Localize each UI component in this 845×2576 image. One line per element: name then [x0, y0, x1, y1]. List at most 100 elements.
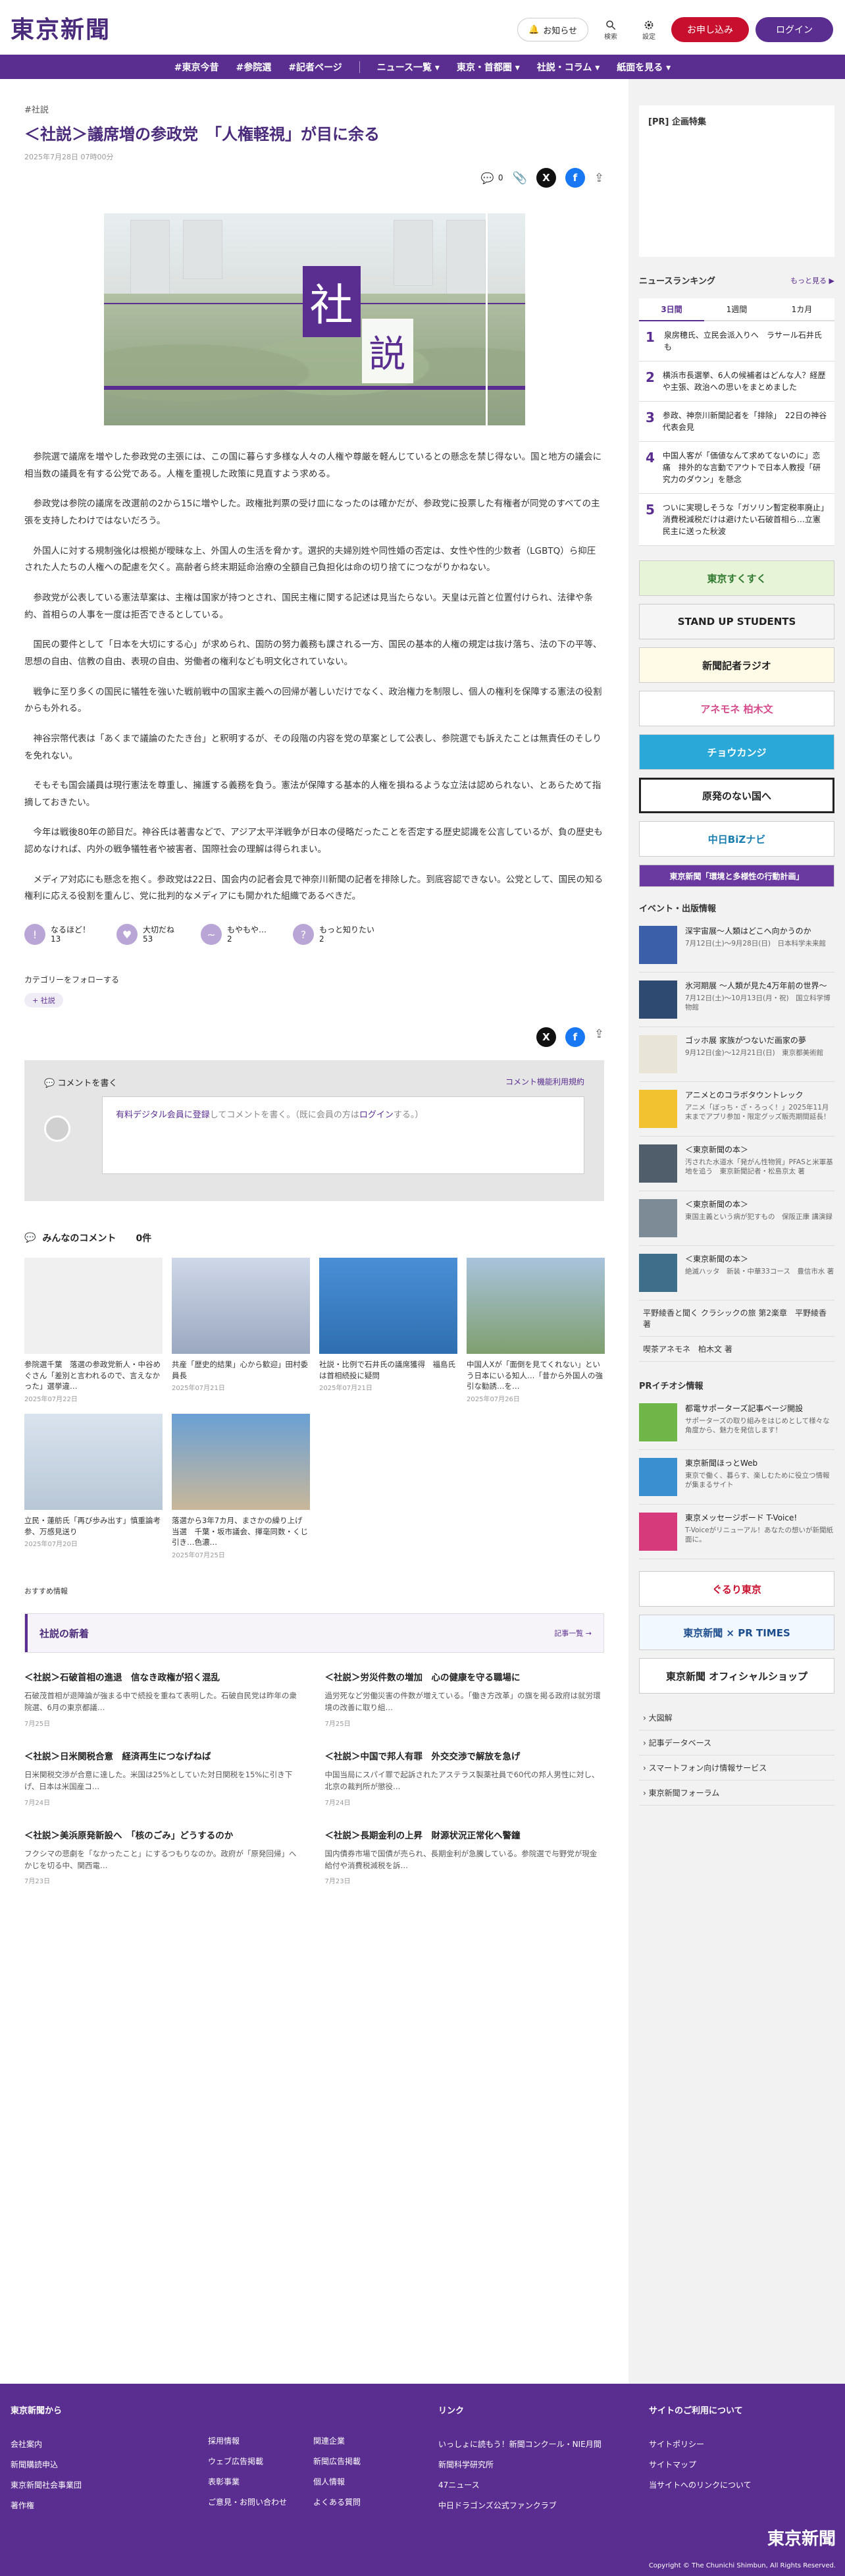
related-card[interactable]: 参院選千葉 落選の参政党新人・中谷めぐさん「差別と言われるので、言えなかった」選…: [24, 1258, 163, 1403]
footer-link[interactable]: いっしょに読もう！新聞コンクール・NIE月間: [438, 2438, 649, 2450]
footer-link[interactable]: 会社案内: [11, 2438, 82, 2450]
settings-button[interactable]: 設定: [633, 19, 665, 41]
footer-link[interactable]: 表彰事業: [208, 2476, 313, 2487]
share-icon[interactable]: ⇪: [594, 1027, 604, 1047]
banner-shop[interactable]: 東京新聞 オフィシャルショップ: [639, 1658, 834, 1694]
latest-item[interactable]: ＜社説＞日米関税合意 経済再生につなげねば 日米関税交渉が合意に達した。米国は25…: [24, 1749, 304, 1807]
banner-radio[interactable]: 新聞記者ラジオ: [639, 647, 834, 683]
banner-diversity[interactable]: 東京新聞「環境と多様性の行動計画」: [639, 865, 834, 887]
latest-item[interactable]: ＜社説＞長期金利の上昇 財源状況正常化へ警鐘 国内債券市場で国債が売られ、長期金利…: [325, 1828, 605, 1886]
banner-genpatsu[interactable]: 原発のない国へ: [639, 778, 834, 813]
latest-item[interactable]: ＜社説＞石破首相の進退 信なき政権が招く混乱 石破茂首相が退陣論が強まる中で続投を…: [24, 1670, 304, 1728]
footer-link[interactable]: よくある質問: [313, 2496, 438, 2508]
footer-link[interactable]: ご意見・お問い合わせ: [208, 2496, 313, 2508]
book-link[interactable]: 平野綾香と聞く クラシックの旅 第2楽章 平野綾香 著: [639, 1301, 834, 1337]
banner-anemone[interactable]: アネモネ 柏木文: [639, 691, 834, 726]
ranking-item[interactable]: 5 ついに実現しそうな「ガソリン暫定税率廃止」消費税減税だけは避けたい石破首相ら……: [639, 494, 834, 546]
event-item[interactable]: アニメとのコラボタウントレック アニメ「ぼっち・ざ・ろっく！」2025年11月末ま…: [639, 1082, 834, 1137]
follow-category-chip[interactable]: + 社説: [24, 993, 63, 1007]
clip-icon[interactable]: 📎: [512, 171, 526, 185]
login-button[interactable]: ログイン: [755, 17, 833, 42]
search-button[interactable]: 検索: [595, 19, 627, 41]
banner-standup[interactable]: STAND UP STUDENTS: [639, 604, 834, 639]
facebook-share-icon[interactable]: f: [565, 1027, 585, 1047]
nav-item-reporter[interactable]: #記者ページ: [288, 61, 342, 74]
facebook-share-icon[interactable]: f: [565, 168, 585, 188]
register-link[interactable]: 有料デジタル会員に登録: [116, 1110, 210, 1120]
sidebar-link[interactable]: › 大図解: [639, 1705, 834, 1731]
tab-1week[interactable]: 1週間: [704, 298, 769, 321]
footer-link[interactable]: 当サイトへのリンクについて: [649, 2479, 820, 2490]
event-item[interactable]: 深宇宙展〜人類はどこへ向かうのか 7月12日(土)〜9月28日(日) 日本科学未来…: [639, 918, 834, 973]
related-card[interactable]: 共産「歴史的結果」心から歓迎」田村委員長 2025年07月21日: [172, 1258, 310, 1403]
latest-more-link[interactable]: 記事一覧 →: [554, 1628, 592, 1638]
footer-link[interactable]: 新聞広告掲載: [313, 2455, 438, 2467]
nav-item-paper[interactable]: 紙面を見る ▾: [617, 61, 671, 74]
sidebar-link[interactable]: › 東京新聞フォーラム: [639, 1781, 834, 1806]
reaction-naruhodo[interactable]: ! なるほど！ 13: [24, 924, 90, 945]
login-link[interactable]: ログイン: [359, 1110, 394, 1120]
sidebar-link[interactable]: › 記事データベース: [639, 1731, 834, 1756]
nav-item-editorial[interactable]: 社説・コラム ▾: [537, 61, 600, 74]
comment-guide-link[interactable]: コメント機能利用規約: [505, 1076, 584, 1088]
ranking-item[interactable]: 3 参政、神奈川新聞記者を「排除」 22日の神谷代表会見: [639, 402, 834, 442]
event-item[interactable]: ＜東京新聞の本＞ 汚された水道水「発がん性物質」PFASと米軍基地を追う 東京新聞…: [639, 1137, 834, 1191]
x-share-icon[interactable]: X: [536, 1027, 556, 1047]
footer-link[interactable]: 新聞科学研究所: [438, 2459, 649, 2470]
footer-link[interactable]: 著作権: [11, 2500, 82, 2511]
banner-gururi[interactable]: ぐるり東京: [639, 1571, 834, 1607]
related-card[interactable]: 中国人Xが「面倒を見てくれない」という日本にいる知人…「昔から外国人の強引な勧誘…: [467, 1258, 605, 1403]
ranking-item[interactable]: 4 中国人客が「価値なんて求めてないのに」恋痛 排外的な言動でアウトで日本人教授「…: [639, 442, 834, 494]
ranking-item[interactable]: 2 横浜市長選挙、6人の候補者はどんな人？経歴や主張、政治への思いをまとめました: [639, 362, 834, 402]
pr-item[interactable]: 東京新聞ほっとWeb 東京で働く、暮らす、楽しむために役立つ情報が集まるサイト: [639, 1450, 834, 1505]
site-logo[interactable]: 東京新聞: [11, 11, 111, 45]
ranking-more-link[interactable]: もっと見る ▶: [790, 275, 834, 286]
share-icon[interactable]: ⇪: [594, 171, 604, 185]
latest-item[interactable]: ＜社説＞美浜原発新設へ 「核のごみ」どうするのか フクシマの悲劇を「なかったこと」…: [24, 1828, 304, 1886]
footer-link[interactable]: 関連企業: [313, 2435, 438, 2446]
latest-item[interactable]: ＜社説＞労災件数の増加 心の健康を守る職場に 過労死など労働災害の件数が増えている…: [325, 1670, 605, 1728]
event-item[interactable]: ゴッホ展 家族がつないだ画家の夢 9月12日(金)〜12月21日(日) 東京都美術…: [639, 1027, 834, 1082]
footer-link[interactable]: 新聞購読申込: [11, 2459, 82, 2470]
footer-link[interactable]: サイトポリシー: [649, 2438, 820, 2450]
latest-item[interactable]: ＜社説＞中国で邦人有罪 外交交渉で解放を急げ 中国当局にスパイ罪で起訴されたアステ…: [325, 1749, 605, 1807]
apply-button[interactable]: お申し込み: [671, 17, 749, 42]
article-tag[interactable]: #社説: [24, 103, 604, 115]
footer-link[interactable]: 採用情報: [208, 2435, 313, 2446]
footer-logo[interactable]: 東京新聞: [767, 2525, 836, 2550]
nav-item-news-list[interactable]: ニュース一覧 ▾: [377, 61, 440, 74]
footer-link[interactable]: ウェブ広告掲載: [208, 2455, 313, 2467]
related-card[interactable]: 立民・蓮舫氏「再び歩み出す」慎重論考参、万感見送り 2025年07月20日: [24, 1414, 163, 1559]
event-item[interactable]: 氷河期展 〜人類が見た4万年前の世界〜 7月12日(土)〜10月13日(月・祝) …: [639, 973, 834, 1027]
tab-3days[interactable]: 3日間: [639, 298, 704, 321]
footer-link[interactable]: 47ニュース: [438, 2479, 649, 2490]
banner-choukanji[interactable]: チョウカンジ: [639, 734, 834, 770]
sidebar-link[interactable]: › スマートフォン向け情報サービス: [639, 1756, 834, 1781]
tab-1month[interactable]: 1カ月: [769, 298, 834, 321]
event-item[interactable]: ＜東京新聞の本＞ 絶滅ハッタ 新装・中華33コース 豊信市水 著: [639, 1246, 834, 1301]
event-item[interactable]: ＜東京新聞の本＞ 東国主義という病が犯すもの 保阪正康 講演録: [639, 1191, 834, 1246]
related-card[interactable]: 落選から3年7カ月、まさかの繰り上げ当選 千葉・坂市議会、揮毫同数・くじ引き…色…: [172, 1414, 310, 1559]
banner-sukusuku[interactable]: 東京すくすく: [639, 560, 834, 596]
x-share-icon[interactable]: X: [536, 168, 556, 188]
notice-button[interactable]: 🔔 お知らせ: [517, 18, 588, 41]
pr-item[interactable]: 東京メッセージボード T-Voice! T-Voiceがリニューアル！あなたの想い…: [639, 1505, 834, 1559]
nav-item-tokyo-konjaku[interactable]: #東京今昔: [174, 61, 219, 74]
banner-bizunavi[interactable]: 中日BiZナビ: [639, 821, 834, 857]
ranking-item[interactable]: 1 泉房穂氏、立民会派入りへ ラサール石井氏も: [639, 321, 834, 362]
nav-item-election[interactable]: #参院選: [236, 61, 272, 74]
footer-link[interactable]: 個人情報: [313, 2476, 438, 2487]
footer-link[interactable]: サイトマップ: [649, 2459, 820, 2470]
related-card[interactable]: 社説・比例で石井氏の議席獲得 福島氏は首相続投に疑問 2025年07月21日: [319, 1258, 457, 1403]
reaction-moyamoya[interactable]: ~ もやもや… 2: [201, 924, 267, 945]
comment-field[interactable]: 有料デジタル会員に登録してコメントを書く。（既に会員の方はログインする。）: [102, 1096, 584, 1174]
reaction-motto[interactable]: ? もっと知りたい 2: [293, 924, 374, 945]
footer-link[interactable]: 東京新聞社会事業団: [11, 2479, 82, 2490]
banner-prtimes[interactable]: 東京新聞 × PR TIMES: [639, 1615, 834, 1650]
footer-link[interactable]: 中日ドラゴンズ公式ファンクラブ: [438, 2500, 649, 2511]
reaction-taisetsu[interactable]: ♥ 大切だね 53: [116, 924, 174, 945]
book-link[interactable]: 喫茶アネモネ 柏木文 著: [639, 1337, 834, 1362]
nav-item-tokyo[interactable]: 東京・首都圏 ▾: [457, 61, 520, 74]
pr-item[interactable]: 都電サポーターズ記事ページ開設 サポーターズの取り組みをはじめとして様々な角度から…: [639, 1395, 834, 1450]
comment-icon[interactable]: 💬: [481, 172, 494, 184]
